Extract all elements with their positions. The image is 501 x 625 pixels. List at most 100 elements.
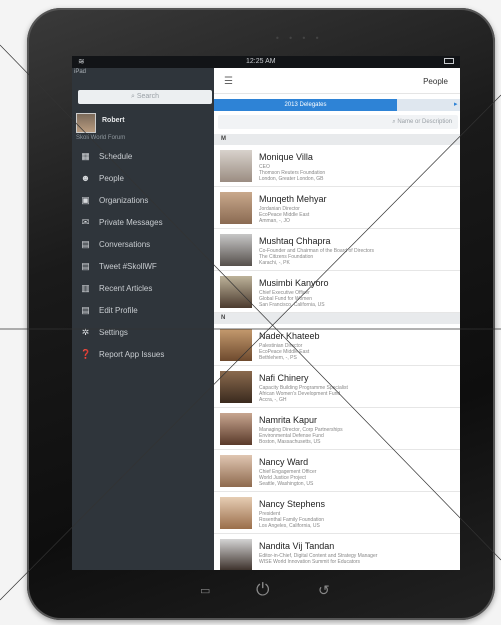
people-search-placeholder: Name or Description <box>397 119 452 125</box>
person-photo <box>220 413 252 445</box>
list-item[interactable]: Nandita Vij Tandan Editor-in-Chief, Digi… <box>214 534 460 570</box>
person-photo <box>220 329 252 361</box>
list-item[interactable]: Mushtaq Chhapra Co-Founder and Chairman … <box>214 229 460 271</box>
list-item[interactable]: Namrita Kapur Managing Director, Corp Pa… <box>214 408 460 450</box>
list-icon: ▤ <box>81 261 90 271</box>
list-item[interactable]: Nafi Chinery Capacity Building Programme… <box>214 366 460 408</box>
sidebar-item-schedule[interactable]: ▦ Schedule <box>72 146 214 168</box>
section-header-m: M <box>214 134 460 145</box>
mail-icon: ✉ <box>81 217 90 227</box>
battery-icon <box>444 58 454 64</box>
sidebar-item-label: Recent Articles <box>99 284 153 293</box>
sidebar-item-conversations[interactable]: ▤ Conversations <box>72 234 214 256</box>
people-panel: ☰ People 2013 Delegates ▸ ⌕ Name or Desc… <box>214 68 460 570</box>
people-icon: ☻ <box>80 173 91 183</box>
status-time: 12:25 AM <box>246 58 276 65</box>
menu-icon[interactable]: ☰ <box>224 76 233 87</box>
person-photo <box>220 234 252 266</box>
device-buttons: ▭ ⏻ ↺ <box>0 572 501 612</box>
list-item[interactable]: Munqeth Mehyar Jordanian Director EcoPea… <box>214 187 460 229</box>
list-icon: ▤ <box>81 305 90 315</box>
sidebar: iPad ⌕ Search Robert Skoll World Forum ▦… <box>72 68 214 570</box>
list-item[interactable]: Monique Villa CEO Thomson Reuters Founda… <box>214 145 460 187</box>
sidebar-menu: ▦ Schedule ☻ People ▣ Organizations ✉ Privat… <box>72 146 214 366</box>
person-photo <box>220 371 252 403</box>
list-item[interactable]: Musimbi Kanyoro Chief Executive Officer … <box>214 271 460 313</box>
tab-2013-delegates[interactable]: 2013 Delegates <box>214 99 397 111</box>
sidebar-item-recent-articles[interactable]: ▥ Recent Articles <box>72 278 214 300</box>
sidebar-item-people[interactable]: ☻ People <box>72 168 214 190</box>
sidebar-item-label: Organizations <box>99 196 149 205</box>
sidebar-item-tweet[interactable]: ▤ Tweet #SkollWF <box>72 256 214 278</box>
person-location: Accra, -, GH <box>259 397 287 403</box>
camera-dots: • • • • <box>275 34 323 43</box>
newspaper-icon: ▥ <box>81 283 90 293</box>
person-location: London, Greater London, GB <box>259 176 324 182</box>
sidebar-item-label: Conversations <box>99 240 151 249</box>
stage: • • • • ≋ 12:25 AM iPad ⌕ Search Robert … <box>0 0 501 625</box>
sidebar-search-placeholder: Search <box>136 93 160 100</box>
sidebar-item-label: Settings <box>99 328 128 337</box>
list-item[interactable]: Nancy Ward Chief Engagement Officer Worl… <box>214 450 460 492</box>
power-icon[interactable]: ⏻ <box>256 580 269 600</box>
person-name: Nader Khateeb <box>259 331 320 341</box>
person-location: Karachi, -, PK <box>259 260 290 266</box>
person-location: Seattle, Washington, US <box>259 481 314 487</box>
person-location: San Francisco, California, US <box>259 302 325 308</box>
sidebar-item-report-issues[interactable]: ❓ Report App Issues <box>72 344 214 366</box>
person-name: Nancy Stephens <box>259 499 326 509</box>
people-search-input[interactable]: ⌕ Name or Description <box>218 115 458 129</box>
person-photo <box>220 497 252 529</box>
list-item[interactable]: Nader Khateeb Palestinian Director EcoPe… <box>214 324 460 366</box>
avatar <box>76 113 96 133</box>
sidebar-item-label: Tweet #SkollWF <box>99 262 157 271</box>
sidebar-item-label: People <box>99 174 124 183</box>
status-bar: ≋ 12:25 AM <box>72 56 460 68</box>
sidebar-item-label: Edit Profile <box>99 306 138 315</box>
person-name: Namrita Kapur <box>259 415 318 425</box>
sidebar-item-edit-profile[interactable]: ▤ Edit Profile <box>72 300 214 322</box>
person-location: Los Angeles, California, US <box>259 523 320 529</box>
menu-button-icon[interactable]: ▭ <box>200 584 210 597</box>
list-icon: ▤ <box>81 239 90 249</box>
person-name: Munqeth Mehyar <box>259 194 327 204</box>
person-name: Monique Villa <box>259 152 313 162</box>
person-photo <box>220 192 252 224</box>
gear-icon: ✲ <box>81 327 90 337</box>
chevron-right-icon[interactable]: ▸ <box>454 99 458 111</box>
person-org: WISE World Innovation Summit for Educato… <box>259 559 361 565</box>
building-icon: ▣ <box>81 195 90 205</box>
top-bar: ☰ People <box>214 68 460 94</box>
calendar-icon: ▦ <box>81 151 90 161</box>
person-photo <box>220 455 252 487</box>
person-name: Musimbi Kanyoro <box>259 278 329 288</box>
sidebar-search-input[interactable]: ⌕ Search <box>78 90 212 104</box>
sidebar-item-settings[interactable]: ✲ Settings <box>72 322 214 344</box>
person-location: Boston, Massachusetts, US <box>259 439 321 445</box>
user-profile[interactable]: Robert Skoll World Forum <box>72 111 214 141</box>
person-photo <box>220 150 252 182</box>
person-name: Nancy Ward <box>259 457 309 467</box>
sidebar-item-organizations[interactable]: ▣ Organizations <box>72 190 214 212</box>
person-location: Bethlehem, -, PS <box>259 355 297 361</box>
person-photo <box>220 539 252 570</box>
help-icon: ❓ <box>80 349 92 359</box>
back-icon[interactable]: ↺ <box>318 582 330 599</box>
person-location: Amman, -, JO <box>259 218 290 224</box>
sidebar-item-label: Schedule <box>99 152 133 161</box>
wifi-icon: ≋ <box>78 57 85 66</box>
tab-bar: 2013 Delegates ▸ <box>214 99 460 111</box>
person-name: Nandita Vij Tandan <box>259 541 335 551</box>
sidebar-item-private-messages[interactable]: ✉ Private Messages <box>72 212 214 234</box>
person-name: Nafi Chinery <box>259 373 309 383</box>
section-header-n: N <box>214 313 460 324</box>
device-label: iPad <box>74 69 87 75</box>
people-list: M Monique Villa CEO Thomson Reuters Foun… <box>214 134 460 570</box>
app-screen: ≋ 12:25 AM iPad ⌕ Search Robert Skoll Wo… <box>72 56 460 570</box>
person-photo <box>220 276 252 308</box>
person-name: Mushtaq Chhapra <box>259 236 331 246</box>
user-name: Robert <box>102 117 125 124</box>
page-title: People <box>423 77 448 86</box>
list-item[interactable]: Nancy Stephens President Rosenthal Famil… <box>214 492 460 534</box>
forum-name: Skoll World Forum <box>76 135 126 141</box>
